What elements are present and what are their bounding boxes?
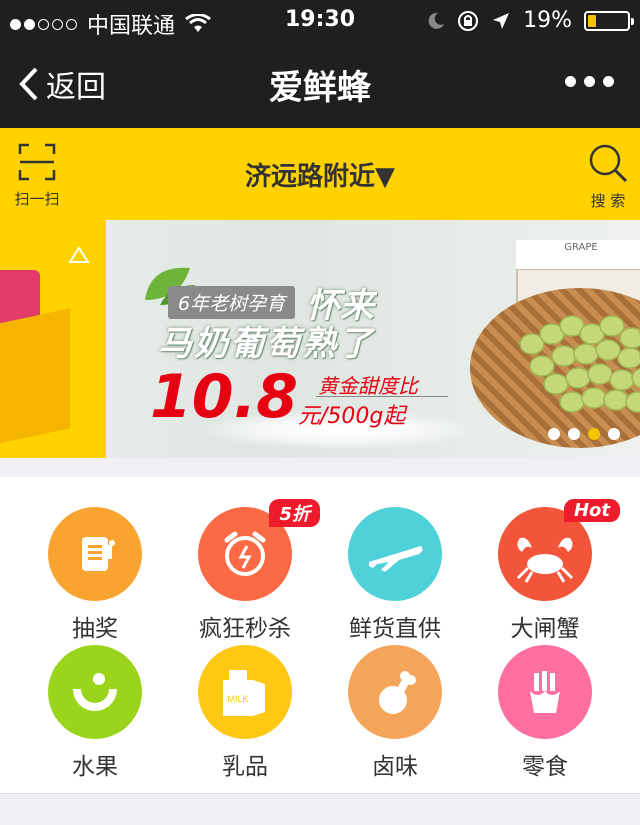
carousel-dot[interactable]: [608, 428, 620, 440]
promo-banner[interactable]: 6年老树孕育 怀来 马奶葡萄熟了 10.8 黄金甜度比 元/500g起 GRAP…: [0, 220, 640, 458]
promo-badge: Hot: [563, 499, 620, 522]
status-bar: 中国联通 19:30 19%: [0, 0, 640, 40]
battery-icon: [584, 10, 634, 31]
category-item[interactable]: 零食: [470, 645, 620, 781]
battery-percent: 19%: [523, 8, 572, 33]
category-item[interactable]: 水果: [20, 645, 170, 781]
category-item[interactable]: 5折疯狂秒杀: [170, 499, 320, 643]
carousel-indicators: [548, 428, 620, 440]
section-divider: [0, 793, 640, 825]
category-item[interactable]: MILK 乳品: [170, 645, 320, 781]
category-label: 疯狂秒杀: [199, 616, 291, 642]
search-icon: [589, 144, 628, 183]
category-label: 鲜货直供: [349, 616, 441, 642]
rotation-lock-icon: [458, 10, 479, 31]
carousel-dot[interactable]: [548, 428, 560, 440]
lottery-machine-icon: [48, 507, 142, 601]
banner-sweetness: 黄金甜度比: [318, 374, 418, 398]
promo-badge: 5折: [269, 499, 320, 527]
banner-previous-slide: [0, 220, 106, 458]
location-bar: 扫一扫 济远路附近▼ 搜 索: [0, 128, 640, 220]
category-item[interactable]: 鲜货直供: [320, 507, 470, 643]
melon-icon: [48, 645, 142, 739]
banner-tag: 6年老树孕育: [168, 286, 296, 319]
category-label: 抽奖: [72, 616, 118, 642]
milk-carton-icon: MILK: [198, 645, 292, 739]
fries-icon: [498, 645, 592, 739]
location-arrow-icon: [493, 12, 510, 29]
category-label: 大闸蟹: [510, 616, 580, 642]
grape-box-label: GRAPE: [516, 240, 640, 270]
gift-box-image: [0, 308, 70, 452]
grapes-image: [519, 315, 640, 413]
triangle-icon: [68, 246, 90, 263]
moon-icon: [428, 12, 445, 29]
more-button[interactable]: [565, 76, 614, 87]
drumstick-icon: [348, 645, 442, 739]
carousel-dot[interactable]: [588, 428, 600, 440]
page-title: 爱鲜蜂: [269, 68, 371, 108]
category-label: 卤味: [372, 754, 418, 780]
category-item[interactable]: 抽奖: [20, 507, 170, 643]
category-grid: 抽奖 5折 疯狂秒杀 鲜货直供 Hot 大闸蟹 水果 MILK 乳品 卤味 零食: [0, 477, 640, 793]
category-item[interactable]: 卤味: [320, 645, 470, 781]
milk-label: MILK: [227, 694, 248, 704]
status-right: 19%: [427, 8, 634, 33]
banner-price: 10.8: [150, 362, 299, 432]
carousel-dot[interactable]: [568, 428, 580, 440]
category-label: 水果: [72, 754, 118, 780]
nav-bar: 返回 爱鲜蜂: [0, 40, 640, 128]
location-selector[interactable]: 济远路附近▼: [0, 156, 640, 193]
banner-headline-2: 马奶葡萄熟了: [158, 324, 374, 364]
category-label: 乳品: [222, 754, 268, 780]
banner-unit: 元/500g起: [298, 404, 406, 429]
search-label: 搜 索: [590, 192, 626, 210]
divider: [316, 396, 448, 397]
category-label: 零食: [522, 754, 568, 780]
search-button[interactable]: 搜 索: [586, 142, 630, 211]
airplane-icon: [348, 507, 442, 601]
category-item[interactable]: Hot 大闸蟹: [470, 499, 620, 643]
